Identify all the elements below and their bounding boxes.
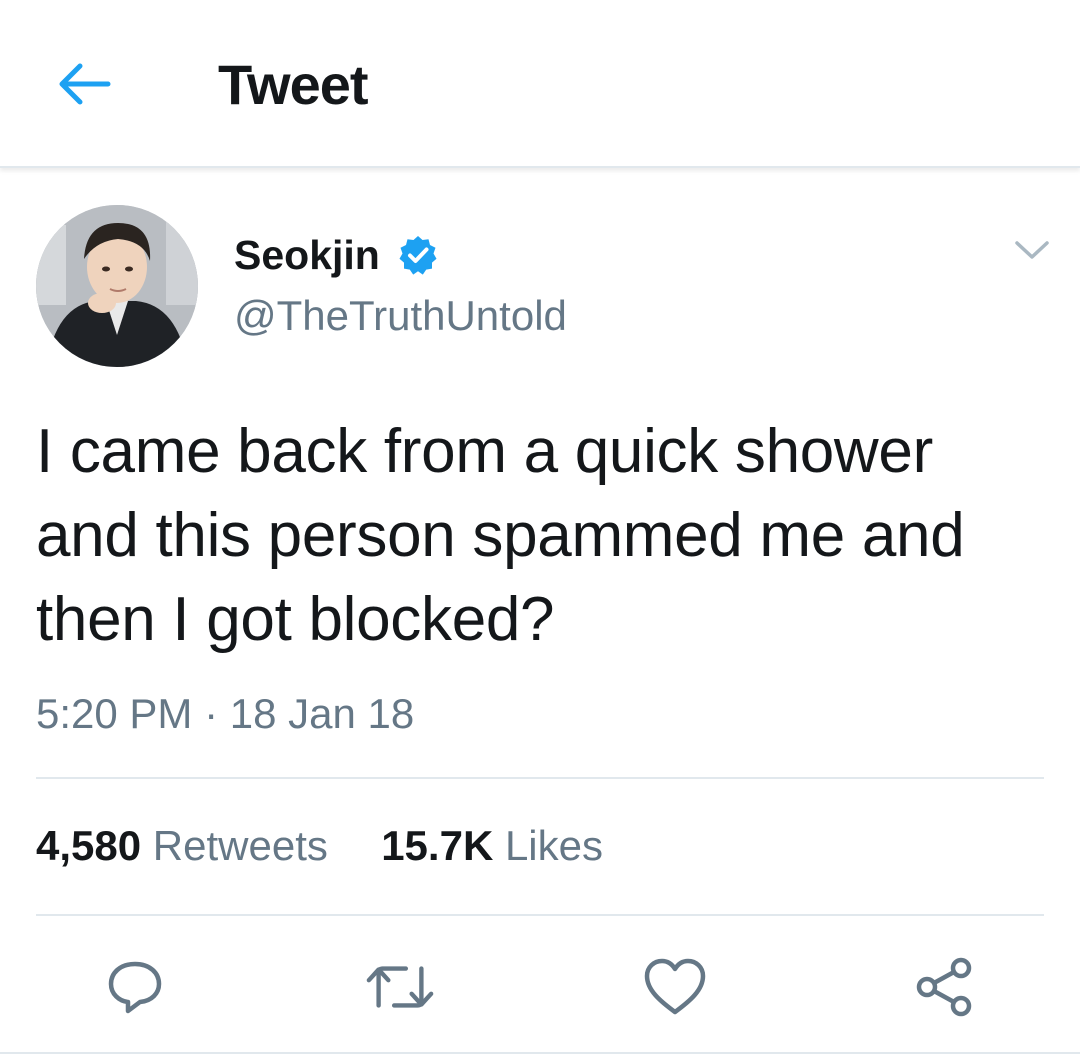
like-button[interactable] bbox=[640, 952, 710, 1022]
divider bbox=[36, 914, 1044, 916]
tweet-timestamp: 5:20 PM · 18 Jan 18 bbox=[36, 690, 415, 737]
arrow-left-icon bbox=[59, 63, 111, 105]
tweet-stats: 4,580 Retweets 15.7K Likes bbox=[36, 822, 603, 870]
top-bar: Tweet bbox=[0, 0, 1080, 168]
action-bar bbox=[0, 940, 1080, 1030]
retweets-stat[interactable]: 4,580 Retweets bbox=[36, 822, 328, 870]
avatar[interactable] bbox=[36, 205, 198, 367]
verified-badge-icon bbox=[399, 236, 437, 275]
share-icon bbox=[916, 957, 972, 1017]
share-button[interactable] bbox=[910, 952, 980, 1022]
reply-button[interactable] bbox=[100, 952, 170, 1022]
chevron-down-icon bbox=[1015, 241, 1049, 259]
likes-stat[interactable]: 15.7K Likes bbox=[381, 822, 603, 870]
retweets-label: Retweets bbox=[152, 822, 328, 869]
like-icon bbox=[644, 958, 706, 1015]
likes-count: 15.7K bbox=[381, 822, 494, 869]
reply-icon bbox=[108, 961, 162, 1014]
retweet-icon bbox=[366, 966, 434, 1008]
author-display-name[interactable]: Seokjin bbox=[234, 232, 380, 279]
tweet-options-button[interactable] bbox=[1012, 232, 1052, 268]
divider bbox=[36, 777, 1044, 779]
likes-label: Likes bbox=[504, 822, 604, 869]
author-handle[interactable]: @TheTruthUntold bbox=[234, 292, 567, 340]
back-button[interactable] bbox=[52, 54, 116, 114]
bottom-divider bbox=[0, 1052, 1080, 1054]
page-title: Tweet bbox=[218, 53, 369, 116]
retweets-count: 4,580 bbox=[36, 822, 142, 869]
retweet-button[interactable] bbox=[365, 952, 435, 1022]
tweet-text: I came back from a quick shower and this… bbox=[36, 417, 965, 654]
